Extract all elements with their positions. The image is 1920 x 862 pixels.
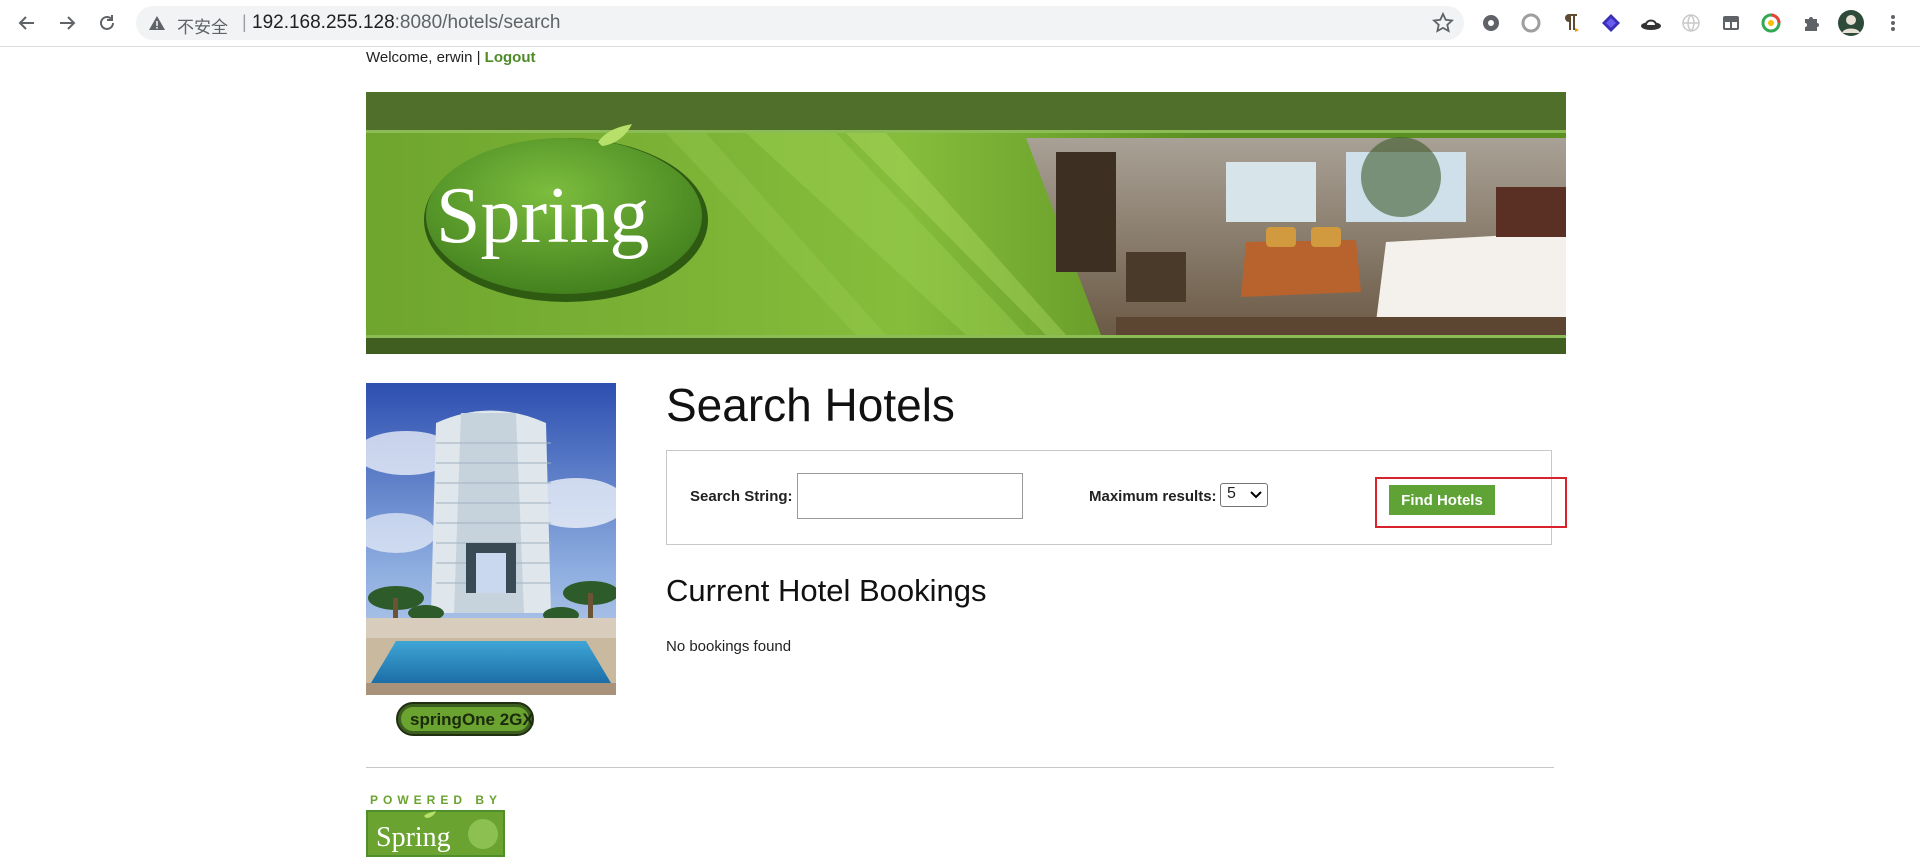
logout-link[interactable]: Logout [485, 49, 536, 66]
header-banner: Spring [366, 92, 1566, 354]
forward-button[interactable] [52, 8, 82, 38]
extensions-puzzle-icon[interactable] [1798, 10, 1824, 36]
banner-logo-text: Spring [436, 172, 649, 260]
footer-divider [366, 767, 1554, 768]
banner-graphic: Spring [366, 92, 1566, 354]
powered-by-text: POWERED BY [370, 793, 502, 807]
url-path: :8080/hotels/search [394, 12, 561, 33]
extension-sync-icon[interactable] [1758, 10, 1784, 36]
url-text[interactable]: 192.168.255.128:8080/hotels/search [252, 12, 560, 34]
chevron-down-icon [1250, 491, 1262, 499]
extension-diamond-icon[interactable] [1598, 10, 1624, 36]
search-input[interactable] [797, 473, 1023, 519]
powered-by-spring-logo[interactable]: POWERED BY Spring [366, 790, 506, 857]
browser-toolbar: 不安全 | 192.168.255.128:8080/hotels/search [0, 0, 1920, 47]
search-string-label: Search String: [690, 488, 793, 505]
powered-logo-text: Spring [376, 822, 451, 853]
welcome-text: Welcome, erwin | [366, 49, 481, 66]
reload-button[interactable] [92, 8, 122, 38]
welcome-bar: Welcome, erwin | Logout [366, 49, 535, 66]
annotation-highlight-box [1375, 477, 1567, 528]
extension-gear-icon[interactable] [1478, 10, 1504, 36]
extension-window-icon[interactable] [1718, 10, 1744, 36]
springone-badge[interactable]: springOne 2GX [396, 702, 534, 736]
omnibox-separator: | [242, 12, 247, 32]
menu-icon[interactable] [1880, 10, 1906, 36]
back-button[interactable] [12, 8, 42, 38]
extension-globe-icon[interactable] [1678, 10, 1704, 36]
no-bookings-message: No bookings found [666, 638, 792, 655]
extension-hat-icon[interactable] [1638, 10, 1664, 36]
bookings-title: Current Hotel Bookings [666, 573, 987, 608]
warning-icon [149, 16, 165, 30]
reload-icon [100, 15, 114, 30]
profile-avatar[interactable] [1838, 10, 1864, 36]
security-label[interactable]: 不安全 [177, 13, 228, 38]
url-host: 192.168.255.128 [252, 12, 395, 33]
page-title: Search Hotels [666, 379, 955, 431]
max-results-value: 5 [1227, 485, 1236, 502]
address-bar[interactable]: 不安全 | 192.168.255.128:8080/hotels/search [136, 6, 1464, 40]
max-results-label: Maximum results: [1089, 488, 1217, 505]
star-icon[interactable] [1432, 12, 1454, 34]
forward-icon [60, 16, 76, 30]
hotel-photo [366, 383, 616, 695]
extension-pilcrow-icon[interactable] [1558, 10, 1584, 36]
springone-text: springOne 2GX [410, 710, 534, 729]
extension-circle-icon[interactable] [1518, 10, 1544, 36]
max-results-select[interactable]: 5 [1220, 483, 1268, 507]
back-icon [18, 16, 34, 30]
